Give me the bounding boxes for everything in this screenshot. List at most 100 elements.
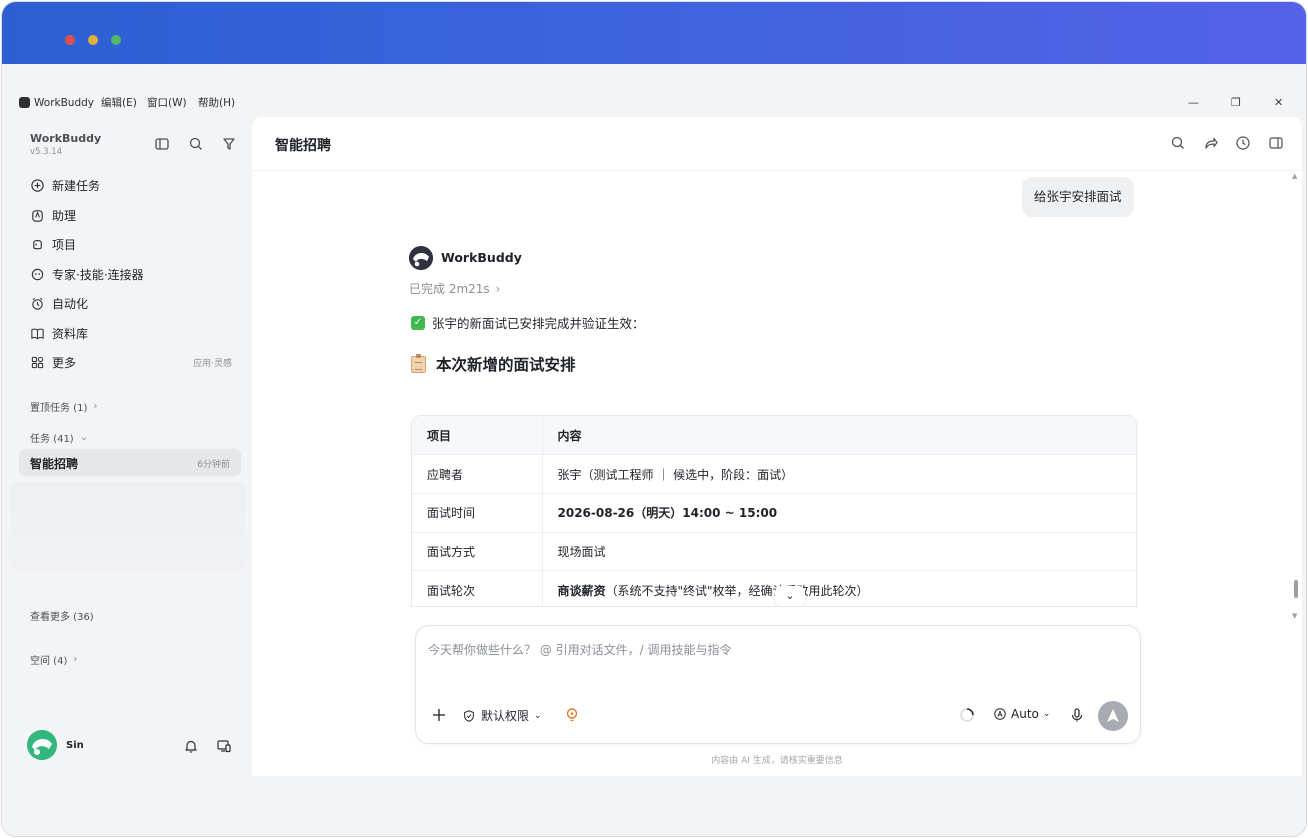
chevron-down-icon: ⌄	[1042, 709, 1051, 719]
menu-help[interactable]: 帮助(H)	[198, 97, 235, 110]
table-row: 面试时间 2026-08-26（明天）14:00 ~ 15:00	[412, 493, 1136, 533]
status-text: 已完成 2m21s	[409, 282, 490, 296]
menu-window[interactable]: 窗口(W)	[147, 97, 187, 110]
app-window: WorkBuddy 编辑(E) 窗口(W) 帮助(H) — ❐ ✕ WorkBu…	[2, 2, 1306, 836]
pinned-tasks-label: 置顶任务 (1)	[30, 403, 88, 414]
sidebar-item-project[interactable]: 项目	[30, 233, 240, 255]
window-chrome	[2, 2, 1306, 64]
close-window-dot[interactable]	[65, 35, 75, 45]
status-toggle[interactable]: 已完成 2m21s ›	[409, 280, 500, 297]
table-cell-key: 面试方式	[412, 532, 543, 572]
plus-icon[interactable]	[430, 706, 448, 724]
bot-avatar-image	[409, 246, 433, 270]
share-icon[interactable]	[1203, 135, 1219, 151]
task-time: 6分钟前	[197, 460, 230, 470]
bot-name: WorkBuddy	[441, 250, 522, 265]
filter-icon[interactable]	[221, 136, 237, 152]
bot-avatar	[409, 246, 433, 270]
app-body: WorkBuddy 编辑(E) 窗口(W) 帮助(H) — ❐ ✕ WorkBu…	[2, 64, 1306, 836]
microphone-icon[interactable]	[1068, 706, 1086, 724]
sidebar-more-extra[interactable]: 应用·灵感	[193, 356, 232, 369]
spaces-label: 空间 (4)	[30, 656, 68, 667]
sidebar-item-experts[interactable]: 专家·技能·连接器	[30, 263, 240, 285]
message-composer[interactable]: 今天帮你做些什么？ @ 引用对话文件，/ 调用技能与指令 默认权限 ⌄ Auto…	[415, 625, 1141, 744]
bell-icon[interactable]	[183, 738, 199, 754]
table-cell-value: 张宇（测试工程师 ｜ 候选中，阶段：面试）	[542, 454, 1136, 494]
chevron-right-icon: ›	[93, 401, 98, 412]
menu-app-name[interactable]: WorkBuddy	[34, 97, 94, 110]
scroll-down-arrow-icon[interactable]: ▼	[1292, 612, 1297, 620]
maximize-window-dot[interactable]	[111, 35, 121, 45]
avatar[interactable]	[27, 730, 57, 760]
minimize-window-dot[interactable]	[88, 35, 98, 45]
table-cell-value: 商谈薪资（系统不支持"终试"枚举，经确认后改用此轮次）	[542, 570, 1136, 606]
sidebar-item-new-task[interactable]: 新建任务	[30, 174, 240, 196]
sidebar-item-more[interactable]: 更多 应用·灵感	[30, 351, 240, 373]
composer-input[interactable]: 今天帮你做些什么？ @ 引用对话文件，/ 调用技能与指令	[428, 641, 732, 658]
project-icon	[33, 239, 42, 249]
ai-disclaimer: 内容由 AI 生成，请核实重要信息	[711, 756, 843, 766]
shield-check-icon	[464, 709, 474, 722]
sidebar-item-library[interactable]: 资料库	[30, 322, 240, 344]
scroll-up-arrow-icon[interactable]: ▲	[1292, 172, 1297, 180]
table-cell-text: （系统不支持"终试"枚举，经确认后改用此轮次）	[605, 583, 869, 598]
search-icon[interactable]	[188, 136, 204, 152]
table-header-row: 项目 内容	[412, 416, 1136, 456]
user-name: Sin	[66, 740, 84, 751]
sidebar-item-label: 专家·技能·连接器	[52, 267, 144, 282]
model-label: Auto	[1011, 707, 1039, 721]
minimize-button[interactable]: —	[1188, 96, 1199, 110]
permission-dropdown[interactable]: 默认权限 ⌄	[462, 707, 542, 724]
plus-circle-icon	[31, 178, 44, 192]
task-name: 智能招聘	[30, 457, 79, 471]
clipboard-icon	[411, 353, 426, 373]
sidebar-item-label: 更多	[52, 355, 77, 370]
model-icon	[994, 708, 1006, 720]
toggle-sidebar-icon[interactable]	[154, 136, 170, 152]
table-row: 应聘者 张宇（测试工程师 ｜ 候选中，阶段：面试）	[412, 454, 1136, 494]
scroll-thumb[interactable]	[1294, 580, 1298, 598]
sidebar-item-label: 项目	[52, 237, 77, 252]
avatar-image	[27, 730, 57, 760]
task-item-active[interactable]: 智能招聘 6分钟前	[19, 449, 241, 476]
panel-toggle-icon[interactable]	[1268, 135, 1284, 151]
chevron-down-icon: ⌄	[79, 432, 89, 443]
book-icon	[31, 328, 44, 339]
close-button[interactable]: ✕	[1274, 96, 1283, 110]
model-dropdown[interactable]: Auto ⌄	[993, 707, 1050, 721]
table-header: 内容	[542, 416, 1136, 456]
loading-spinner-icon	[960, 708, 974, 722]
scroll-to-bottom-button[interactable]: ⌄	[775, 586, 805, 606]
restore-button[interactable]: ❐	[1231, 96, 1241, 110]
see-more-link[interactable]: 查看更多 (36)	[30, 608, 94, 623]
sidebar-brand: WorkBuddy	[30, 132, 102, 145]
menu-bar: WorkBuddy 编辑(E) 窗口(W) 帮助(H) — ❐ ✕	[2, 64, 1306, 114]
history-icon[interactable]	[1235, 135, 1251, 151]
table-cell-value: 现场面试	[542, 532, 1136, 572]
sidebar-item-assistant[interactable]: 助理	[30, 204, 240, 226]
sidebar-item-label: 资料库	[52, 326, 89, 341]
table-cell-key: 面试时间	[412, 493, 543, 533]
sidebar-item-label: 自动化	[52, 296, 89, 311]
lightbulb-icon[interactable]	[563, 706, 581, 724]
sidebar-item-automation[interactable]: 自动化	[30, 292, 240, 314]
section-heading: 本次新增的面试安排	[411, 353, 576, 375]
menu-edit[interactable]: 编辑(E)	[101, 97, 137, 110]
table-cell-text: 张宇（测试工程师 ｜ 候选中，阶段：面试）	[557, 467, 794, 482]
send-button[interactable]	[1098, 701, 1128, 731]
spaces-section[interactable]: 空间 (4) ›	[30, 652, 77, 667]
result-line: ✓ 张宇的新面试已安排完成并验证生效：	[411, 313, 645, 332]
tasks-section[interactable]: 任务 (41) ⌄	[30, 430, 88, 445]
search-icon[interactable]	[1170, 135, 1186, 151]
send-arrow-icon	[1107, 709, 1119, 722]
sidebar: WorkBuddy v5.3.14 新建任务 助理 项目 专家·技能·连接器 自…	[2, 114, 252, 836]
chevron-down-icon: ⌄	[534, 710, 542, 721]
alarm-clock-icon	[32, 297, 43, 310]
see-more-label: 查看更多 (36)	[30, 612, 94, 623]
devices-icon[interactable]	[216, 738, 232, 754]
table-row: 面试方式 现场面试	[412, 532, 1136, 572]
pinned-tasks-section[interactable]: 置顶任务 (1) ›	[30, 399, 97, 414]
scrollbar[interactable]: ▲ ▼	[1292, 172, 1300, 622]
apps-icon	[31, 356, 44, 368]
table-row: 面试轮次 商谈薪资（系统不支持"终试"枚举，经确认后改用此轮次）	[412, 570, 1136, 606]
